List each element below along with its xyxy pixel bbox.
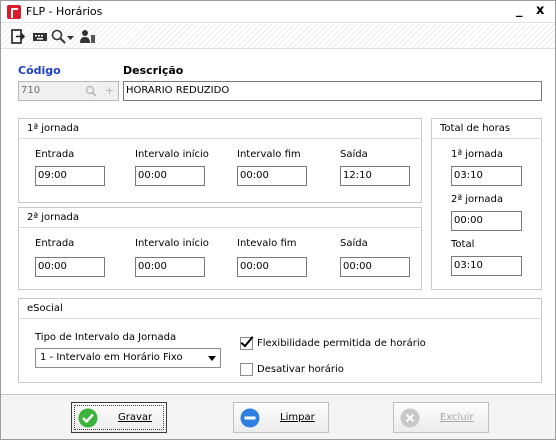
checkmark-icon (240, 333, 254, 348)
total-horas-group: Total de horas 1ª jornada 03:10 2ª jorna… (431, 118, 542, 290)
close-circle-icon (400, 408, 420, 428)
esocial-title: eSocial (27, 303, 63, 314)
codigo-label: Código (18, 64, 61, 77)
codigo-search-icon[interactable] (85, 85, 97, 97)
gravar-label: Gravar (118, 412, 153, 423)
close-button[interactable]: x (536, 3, 544, 19)
jornada1-header: 1ª jornada (19, 119, 421, 139)
jornada2-group: 2ª jornada Entrada Intervalo início Inte… (18, 207, 422, 290)
horarios-window: FLP - Horários _ x Código Descrição 710 … (0, 0, 556, 440)
jornada2-header: 2ª jornada (19, 208, 421, 228)
total-horas-header: Total de horas (432, 119, 541, 139)
jornada1-saida-input[interactable]: 12:10 (340, 166, 410, 186)
window-title: FLP - Horários (26, 5, 103, 18)
total-jornada2-input[interactable]: 00:00 (451, 211, 522, 231)
user-icon[interactable] (79, 29, 96, 44)
jornada2-entrada-input[interactable]: 00:00 (35, 257, 105, 277)
jornada2-intervalo-inicio-input[interactable]: 00:00 (135, 257, 205, 277)
excluir-label: Excluir (440, 412, 474, 423)
descricao-label: Descrição (123, 64, 184, 77)
total-horas-title: Total de horas (440, 123, 511, 134)
exit-icon[interactable] (11, 29, 25, 44)
jornada1-saida-label: Saída (340, 149, 368, 160)
toolbar (1, 24, 555, 49)
jornada1-title: 1ª jornada (27, 123, 80, 134)
flexibilidade-label[interactable]: Flexibilidade permitida de horário (257, 338, 426, 349)
codigo-value: 710 (21, 85, 41, 96)
jornada1-group: 1ª jornada Entrada Intervalo início Inte… (18, 118, 422, 203)
jornada1-entrada-label: Entrada (35, 149, 75, 160)
excluir-button[interactable]: Excluir (393, 402, 489, 433)
minimize-button[interactable]: _ (516, 3, 523, 19)
descricao-input[interactable]: HORARIO REDUZIDO (123, 81, 542, 101)
jornada1-intervalo-inicio-input[interactable]: 00:00 (135, 166, 205, 186)
total-label: Total (451, 239, 475, 250)
desativar-checkbox[interactable] (240, 363, 253, 376)
limpar-button[interactable]: Limpar (233, 402, 329, 433)
minus-circle-icon (240, 408, 260, 428)
jornada2-intervalo-inicio-label: Intervalo início (135, 238, 209, 249)
codigo-field[interactable]: 710 + (18, 81, 119, 101)
esocial-header: eSocial (19, 299, 541, 319)
total-jornada1-label: 1ª jornada (451, 149, 504, 160)
desativar-label[interactable]: Desativar horário (257, 364, 344, 375)
jornada1-entrada-input[interactable]: 09:00 (35, 166, 105, 186)
search-icon[interactable] (51, 29, 66, 44)
total-input[interactable]: 03:10 (451, 256, 522, 276)
app-logo-icon (7, 5, 21, 19)
dropdown-arrow-icon[interactable] (67, 29, 74, 44)
tipo-intervalo-value: 1 - Intervalo em Horário Fixo (40, 352, 183, 363)
keyboard-icon[interactable] (32, 29, 48, 44)
flexibilidade-checkbox[interactable] (240, 333, 254, 350)
title-bar: FLP - Horários _ x (1, 1, 555, 23)
tipo-intervalo-label: Tipo de Intervalo da Jornada (35, 332, 177, 343)
jornada1-intervalo-fim-label: Intervalo fim (237, 149, 301, 160)
footer-bar: Gravar Limpar Excluir (1, 394, 555, 439)
jornada2-intervalo-fim-label: Intevalo fim (237, 238, 297, 249)
gravar-button[interactable]: Gravar (71, 402, 167, 433)
jornada2-saida-label: Saída (340, 238, 368, 249)
total-jornada2-label: 2ª jornada (451, 194, 504, 205)
jornada1-intervalo-fim-input[interactable]: 00:00 (237, 166, 307, 186)
jornada2-intervalo-fim-input[interactable]: 00:00 (237, 257, 307, 277)
jornada2-entrada-label: Entrada (35, 238, 75, 249)
jornada2-title: 2ª jornada (27, 212, 80, 223)
total-jornada1-input[interactable]: 03:10 (451, 166, 522, 186)
jornada2-saida-input[interactable]: 00:00 (340, 257, 410, 277)
codigo-add-icon[interactable]: + (105, 84, 114, 97)
limpar-label: Limpar (280, 412, 315, 423)
check-circle-icon (78, 408, 98, 428)
chevron-down-icon (208, 356, 216, 361)
esocial-group: eSocial Tipo de Intervalo da Jornada 1 -… (18, 298, 542, 383)
jornada1-intervalo-inicio-label: Intervalo início (135, 149, 209, 160)
tipo-intervalo-select[interactable]: 1 - Intervalo em Horário Fixo (35, 348, 221, 368)
